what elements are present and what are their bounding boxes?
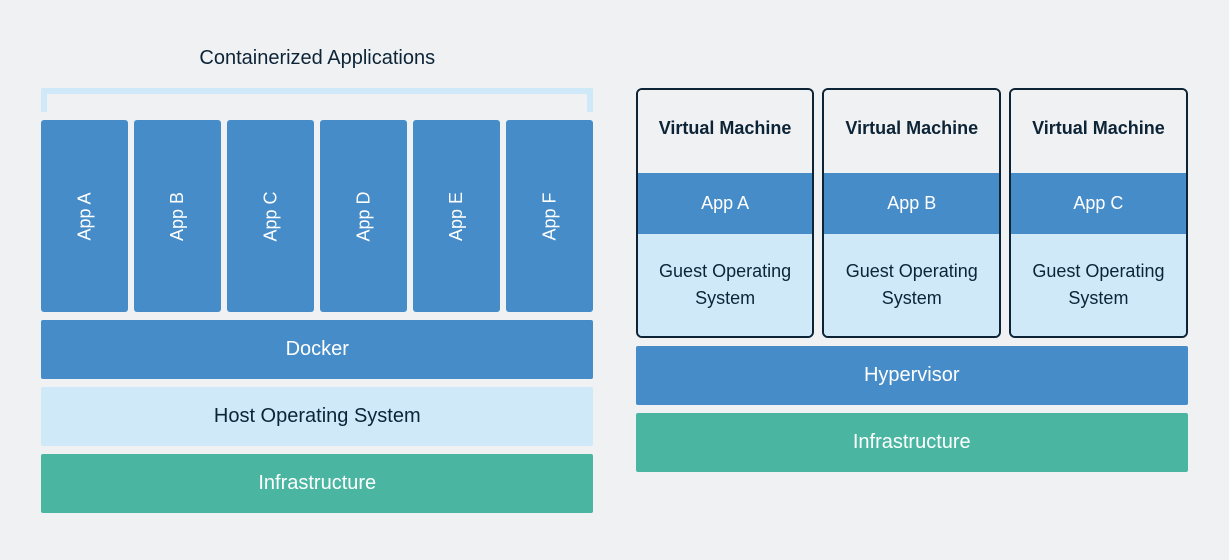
- vm-app-b: App B: [824, 173, 999, 234]
- vm-header: Virtual Machine: [1011, 90, 1186, 173]
- container-app-b: App B: [134, 120, 221, 312]
- bracket-icon: [41, 88, 593, 112]
- container-app-c: App C: [227, 120, 314, 312]
- vm-box-b: Virtual Machine App B Guest Operating Sy…: [822, 88, 1001, 338]
- container-app-e: App E: [413, 120, 500, 312]
- vm-box-a: Virtual Machine App A Guest Operating Sy…: [636, 88, 815, 338]
- container-panel: Containerized Applications App A App B A…: [41, 47, 593, 513]
- host-os-layer: Host Operating System: [41, 387, 593, 446]
- vm-infra-layer: Infrastructure: [636, 413, 1188, 472]
- container-infra-layer: Infrastructure: [41, 454, 593, 513]
- vms-row: Virtual Machine App A Guest Operating Sy…: [636, 88, 1188, 338]
- hypervisor-layer: Hypervisor: [636, 346, 1188, 405]
- container-title: Containerized Applications: [41, 47, 593, 70]
- vm-app-a: App A: [638, 173, 813, 234]
- container-app-a: App A: [41, 120, 128, 312]
- docker-layer: Docker: [41, 320, 593, 379]
- vm-header: Virtual Machine: [638, 90, 813, 173]
- vm-header: Virtual Machine: [824, 90, 999, 173]
- container-app-d: App D: [320, 120, 407, 312]
- container-apps-row: App A App B App C App D App E App F: [41, 120, 593, 312]
- vm-os-a: Guest Operating System: [638, 234, 813, 336]
- vm-os-b: Guest Operating System: [824, 234, 999, 336]
- vm-os-c: Guest Operating System: [1011, 234, 1186, 336]
- container-app-f: App F: [506, 120, 593, 312]
- vm-panel: Virtual Machine App A Guest Operating Sy…: [636, 88, 1188, 472]
- vm-box-c: Virtual Machine App C Guest Operating Sy…: [1009, 88, 1188, 338]
- vm-app-c: App C: [1011, 173, 1186, 234]
